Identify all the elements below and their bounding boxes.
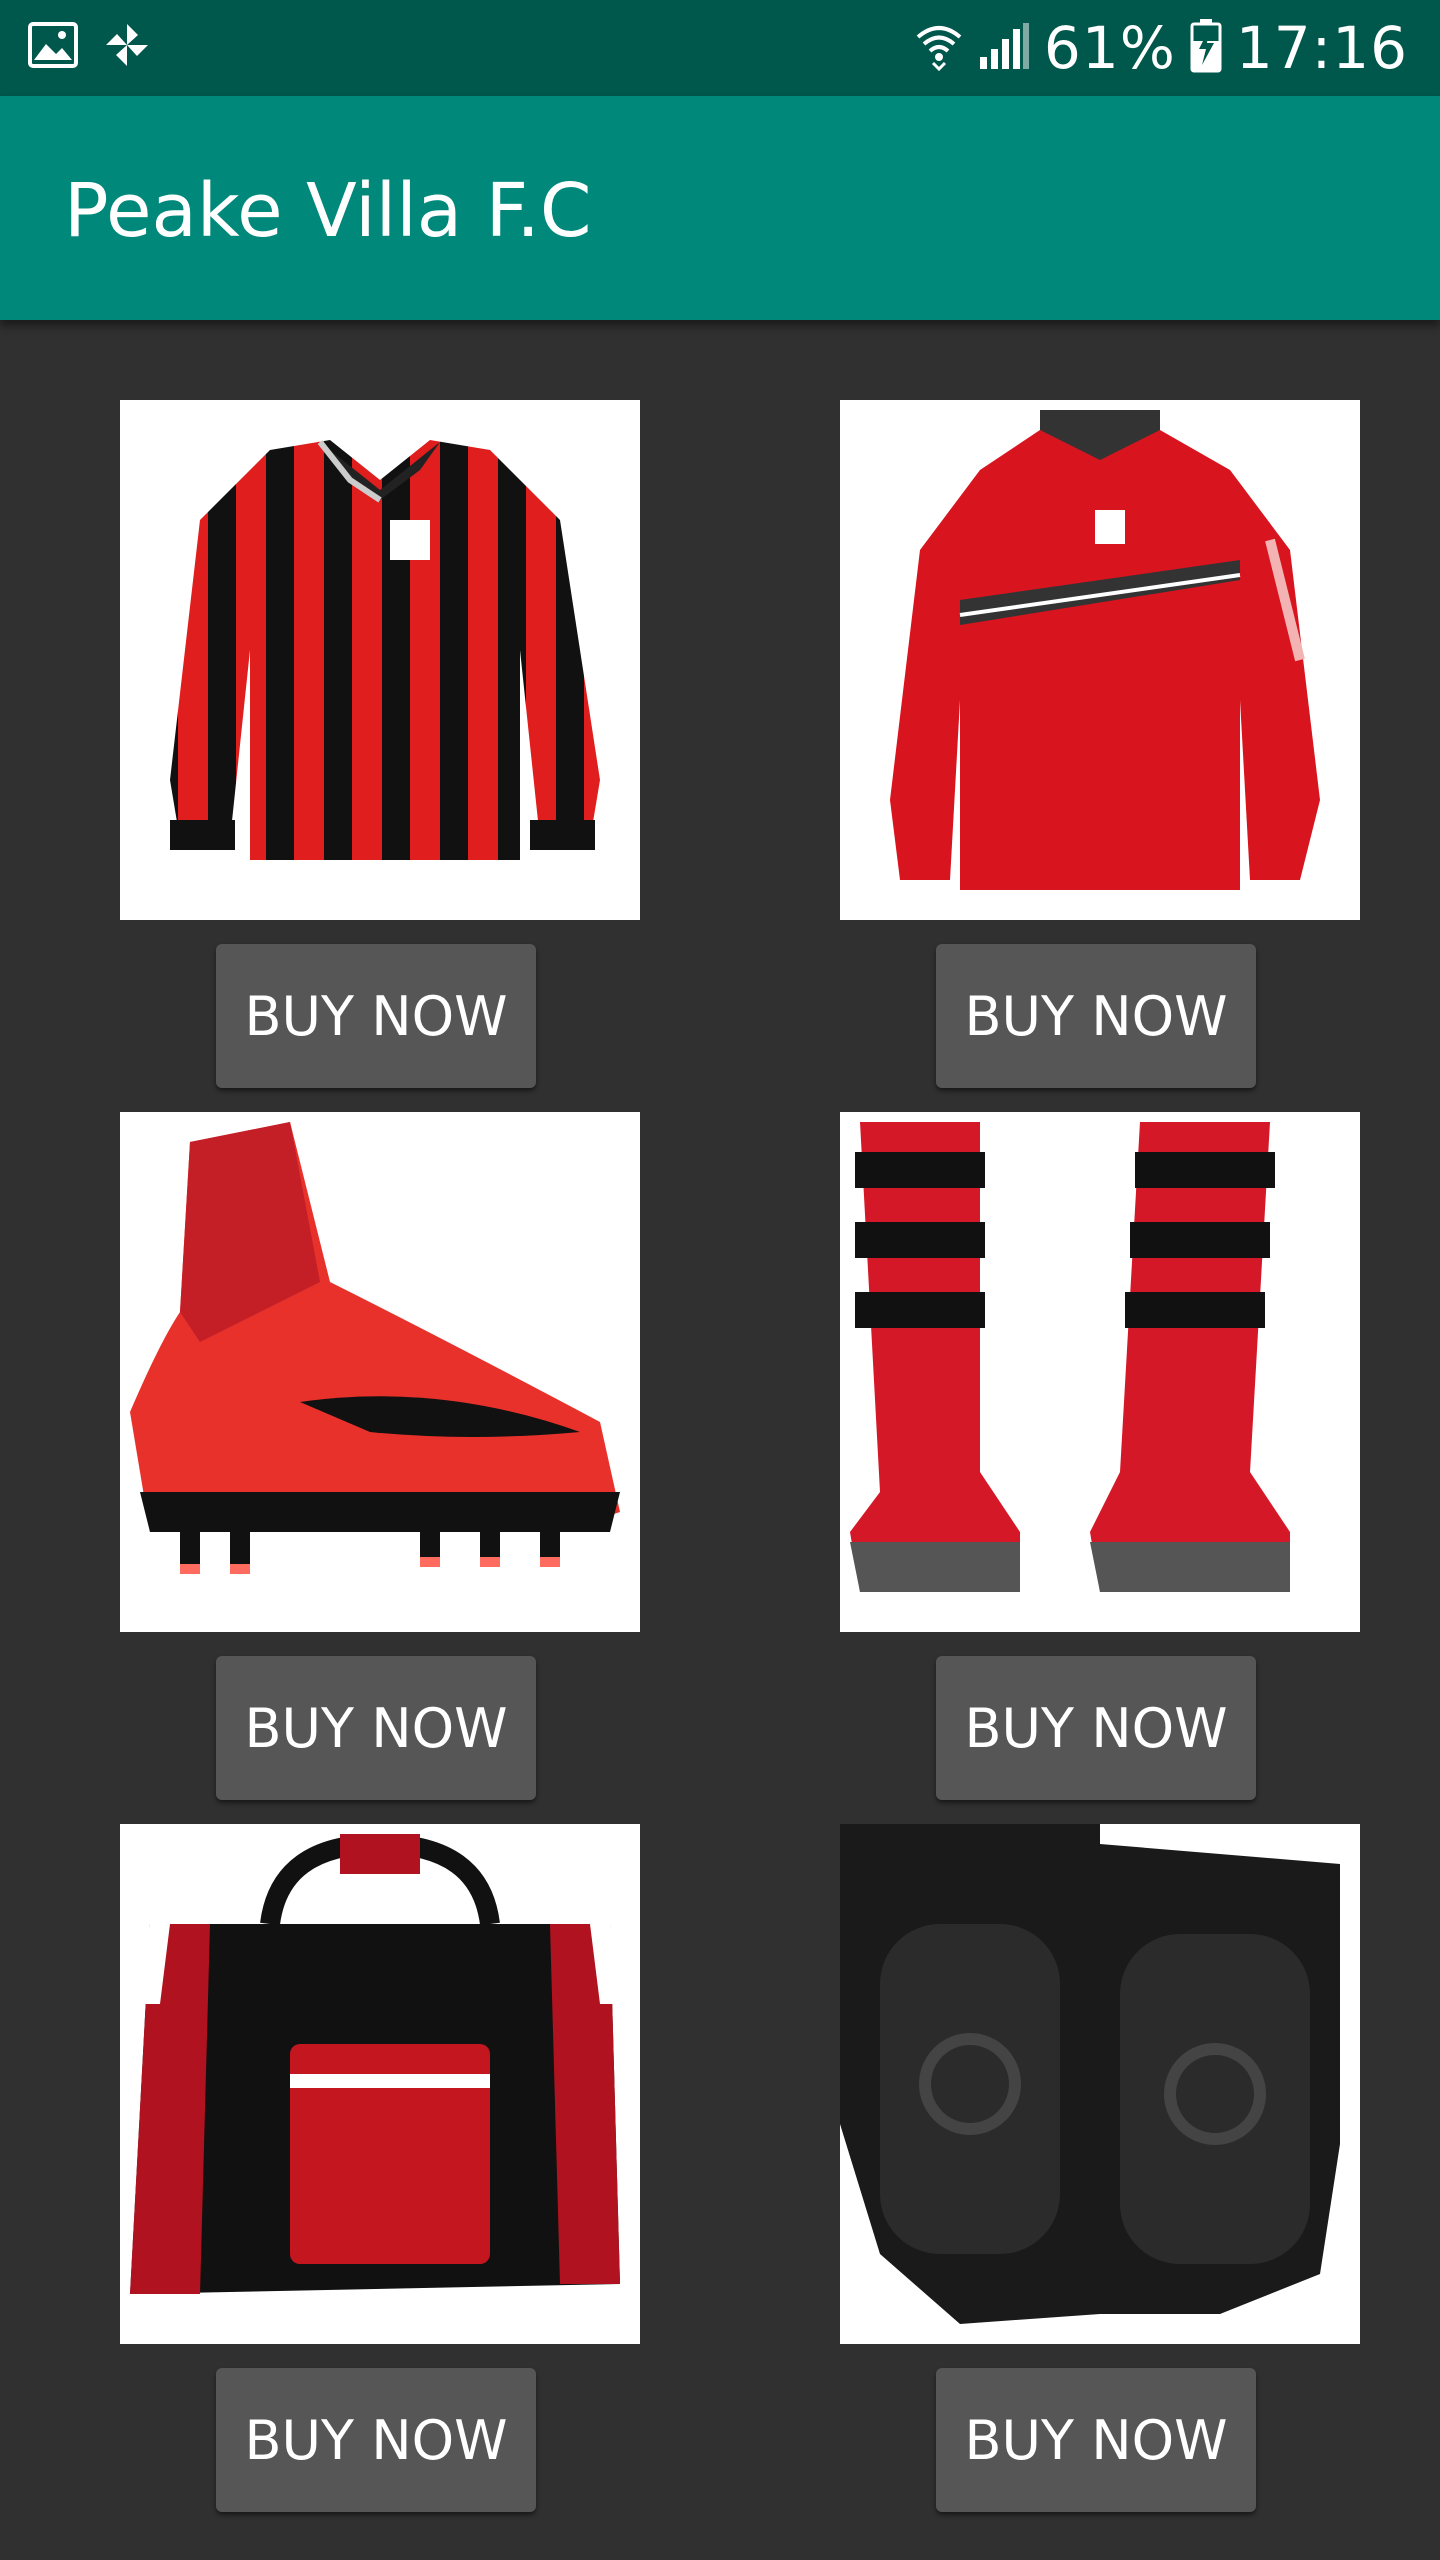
gallery-icon — [28, 22, 78, 73]
battery-percent: 61% — [1043, 14, 1176, 82]
buy-now-button-bag[interactable]: BUY NOW — [216, 2368, 536, 2512]
buy-now-button-shin-guards[interactable]: BUY NOW — [936, 2368, 1256, 2512]
product-image-shirt[interactable] — [120, 400, 640, 920]
battery-charging-icon — [1190, 18, 1222, 78]
clock: 17:16 — [1235, 14, 1408, 82]
signal-icon — [978, 21, 1030, 76]
product-image-bag[interactable] — [120, 1824, 640, 2344]
status-bar: 61% 17:16 — [0, 0, 1440, 96]
wifi-icon — [914, 21, 964, 76]
shin-guards-image — [840, 1824, 1340, 2324]
product-card-shin-guards: BUY NOW — [840, 1824, 1362, 2512]
product-image-socks[interactable] — [840, 1112, 1360, 1632]
product-image-boot[interactable] — [120, 1112, 640, 1632]
bag-image — [130, 1833, 620, 2294]
shirt-image — [170, 440, 600, 860]
product-image-training-top[interactable] — [840, 400, 1360, 920]
product-card-socks: BUY NOW — [840, 1112, 1362, 1800]
product-card-bag: BUY NOW — [120, 1824, 642, 2512]
socks-image — [850, 1122, 1290, 1592]
product-card-training-top: BUY NOW — [840, 400, 1362, 1088]
product-image-shin-guards[interactable] — [840, 1824, 1360, 2344]
buy-now-button-socks[interactable]: BUY NOW — [936, 1656, 1256, 1800]
buy-now-button-boot[interactable]: BUY NOW — [216, 1656, 536, 1800]
app-bar: Peake Villa F.C — [0, 96, 1440, 320]
buy-now-button-shirt[interactable]: BUY NOW — [216, 944, 536, 1088]
training-top-image — [890, 410, 1320, 890]
app-title: Peake Villa F.C — [64, 168, 592, 254]
pinwheel-icon — [102, 20, 152, 75]
product-card-boot: BUY NOW — [120, 1112, 642, 1800]
buy-now-button-training-top[interactable]: BUY NOW — [936, 944, 1256, 1088]
boot-image — [130, 1122, 620, 1574]
product-card-shirt: BUY NOW — [120, 400, 642, 1088]
